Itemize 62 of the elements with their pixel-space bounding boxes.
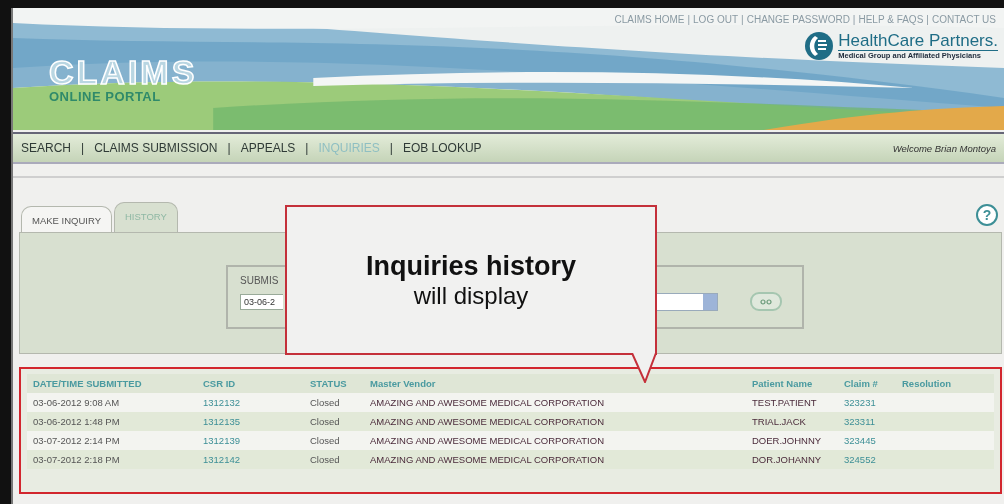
table-cell-text: TRIAL.JACK (752, 416, 807, 427)
separator-text: | (926, 14, 929, 25)
table-cell-text: 323231 (844, 397, 877, 408)
table-cell-text: 03-07-2012 2:18 PM (32, 454, 121, 465)
table-cell-text: 1312132 (203, 397, 241, 408)
header-link[interactable]: HELP & FAQS (858, 14, 924, 25)
table-cell-text: 1312135 (203, 416, 241, 427)
partner-name: HealthCare Partners. (838, 31, 998, 51)
nav-link[interactable]: SEARCH (21, 141, 71, 155)
dropdown-field[interactable] (657, 292, 718, 311)
header-link[interactable]: LOG OUT (693, 14, 739, 25)
column-header: STATUS (310, 378, 348, 389)
go-icon (760, 298, 772, 305)
separator-text: | (81, 141, 85, 155)
table-cell-text: 03-07-2012 2:14 PM (32, 435, 121, 446)
table-cell-text: 323445 (844, 435, 877, 446)
welcome-text: Welcome Brian Montoya (892, 142, 996, 154)
table-cell-text: DOR.JOHANNY (752, 454, 823, 465)
help-button[interactable]: ? (976, 204, 998, 226)
header-link[interactable]: CONTACT US (931, 14, 996, 25)
column-header: DATE/TIME SUBMITTED (32, 378, 143, 389)
header-link[interactable]: CLAIMS HOME (614, 14, 685, 25)
table-cell-text: 03-06-2012 9:08 AM (32, 397, 121, 408)
table-cell-text: AMAZING AND AWESOME MEDICAL CORPORATION (370, 454, 605, 465)
separator-text: | (389, 141, 393, 155)
table-cell-text: AMAZING AND AWESOME MEDICAL CORPORATION (370, 416, 605, 427)
nav-link[interactable]: APPEALS (240, 141, 296, 155)
filter-label: SUBMIS (240, 275, 280, 286)
globe-logo-icon (804, 31, 835, 61)
table-cell-text: Closed (310, 454, 341, 465)
table-cell-text: AMAZING AND AWESOME MEDICAL CORPORATION (370, 435, 605, 446)
tab[interactable]: MAKE INQUIRY (21, 206, 112, 232)
table-cell-text: Closed (310, 397, 341, 408)
column-header: Patient Name (752, 378, 814, 389)
date-field[interactable]: 03-06-2 (240, 293, 283, 310)
nav-link[interactable]: CLAIMS SUBMISSION (94, 141, 218, 155)
table-cell-text: 323311 (844, 416, 876, 427)
table-cell-text: TEST.PATIENT (752, 397, 818, 408)
separator-text: | (741, 14, 744, 25)
table-cell-text: AMAZING AND AWESOME MEDICAL CORPORATION (370, 397, 605, 408)
table-cell-text: Closed (310, 416, 341, 427)
portal-subtitle: ONLINE PORTAL (49, 89, 162, 104)
separator-text: | (687, 14, 691, 25)
go-button[interactable] (750, 292, 782, 311)
table-cell-text: 1312142 (203, 454, 241, 465)
table-cell-text: 1312139 (203, 435, 241, 446)
nav-link[interactable]: EOB LOOKUP (402, 141, 482, 155)
separator-text: | (852, 14, 856, 25)
column-header: CSR ID (203, 378, 237, 389)
separator-text: | (305, 141, 309, 155)
separator-text: | (227, 141, 231, 155)
table-cell-text: Closed (310, 435, 341, 446)
callout-title: Inquiries history (365, 250, 576, 282)
table-cell-text: 03-06-2012 1:48 PM (32, 416, 121, 427)
callout-text: will display (413, 281, 529, 310)
table-cell-text: DOER.JOHNNY (752, 435, 823, 446)
header-link[interactable]: CHANGE PASSWORD (746, 14, 850, 25)
portal-title: CLAIMS (49, 55, 198, 89)
column-header: Claim # (844, 378, 879, 389)
column-header: Master Vendor (370, 378, 437, 389)
column-header: Resolution (902, 378, 953, 389)
table-cell-text: 324552 (844, 454, 877, 465)
